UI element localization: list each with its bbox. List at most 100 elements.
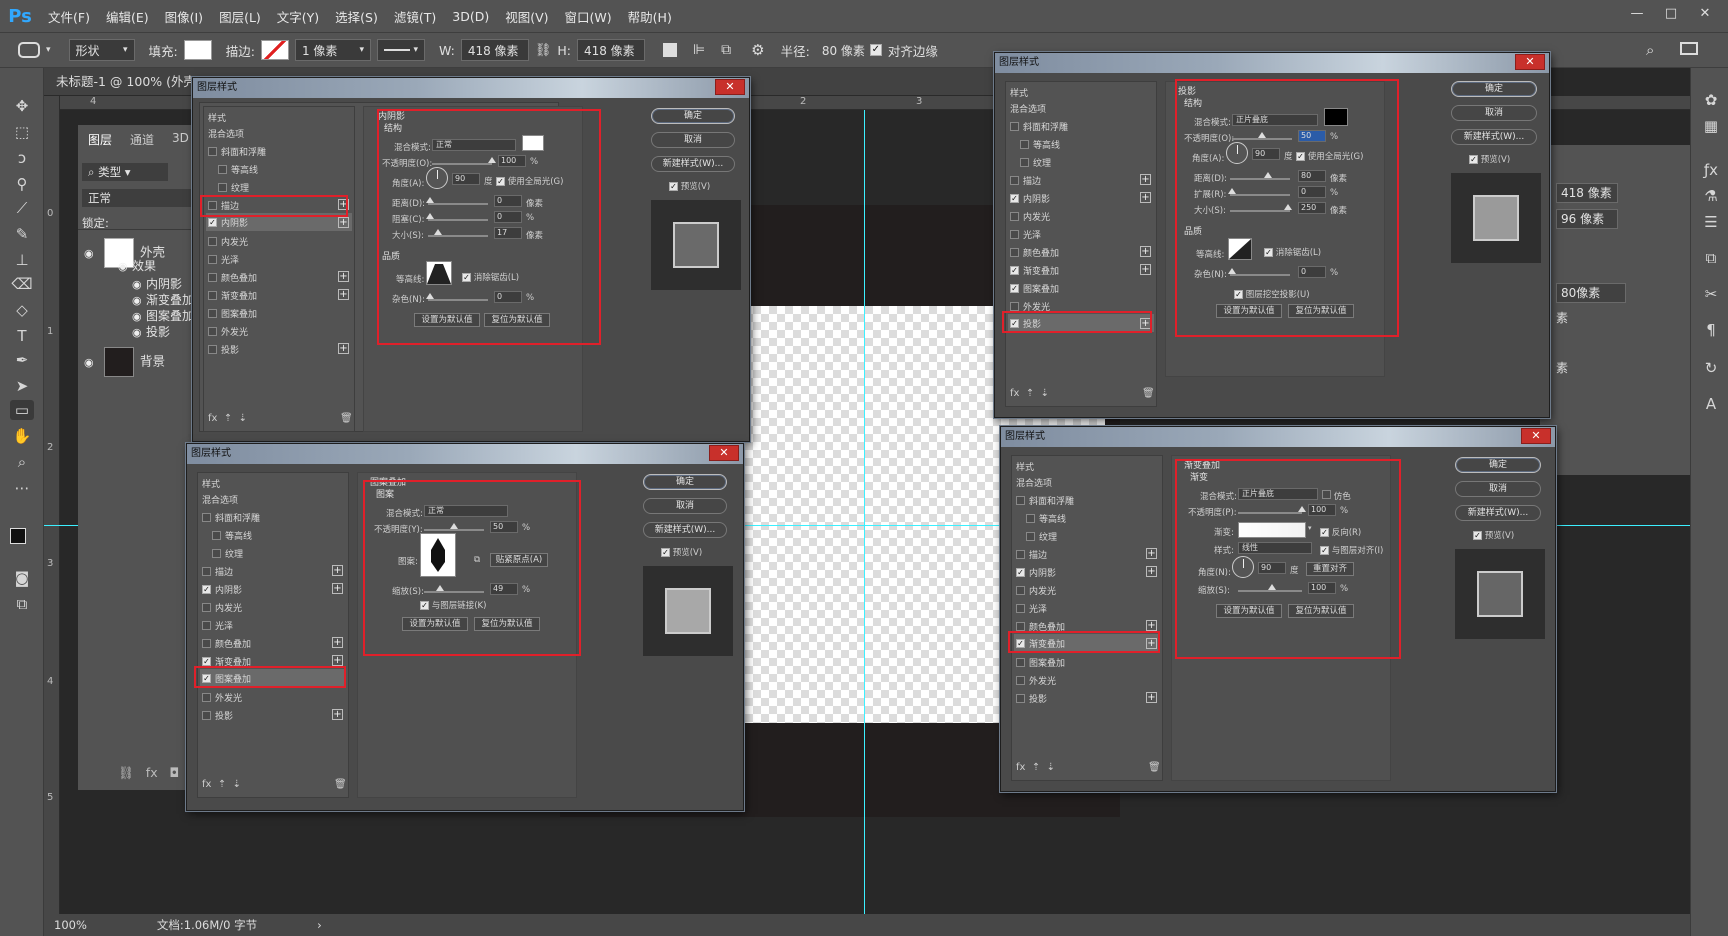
gear-icon[interactable]: ⚙ [751,41,764,59]
menu-3d[interactable]: 3D(D) [444,9,497,24]
character-icon[interactable]: A [1699,394,1723,414]
style-item-pattern-overlay[interactable]: 图案叠加 [208,305,257,321]
new-style-button[interactable]: 新建样式(W)... [643,522,727,538]
checkbox[interactable] [208,272,217,282]
style-item-inner-shadow[interactable]: ✓ 内阴影 [1010,190,1050,206]
checkbox[interactable]: ✓ [1010,193,1019,203]
fx-icon[interactable]: fx [146,765,158,780]
style-item-inner-shadow[interactable]: ✓ 内阴影 [202,581,242,597]
eye-icon[interactable]: ◉ [132,294,146,307]
type-tool-icon[interactable]: T [10,326,34,346]
add-icon[interactable]: + [338,289,349,300]
cancel-button[interactable]: 取消 [643,498,727,514]
fx-icon[interactable]: fx [1016,762,1025,773]
checkbox[interactable] [208,236,217,246]
eye-icon[interactable]: ◉ [84,247,98,260]
stroke-swatch[interactable] [260,40,289,60]
checkbox[interactable] [208,146,217,156]
ok-button[interactable]: 确定 [1455,457,1541,473]
search-icon[interactable]: ⌕ [1646,41,1654,59]
style-item-texture[interactable]: 纹理 [218,179,249,195]
link-icon[interactable]: ⛓ [535,43,552,58]
checkbox[interactable] [208,344,217,354]
checkbox[interactable] [212,548,221,558]
checkbox[interactable] [1020,157,1029,167]
trash-icon[interactable]: 🗑 [334,779,347,790]
arrow-up-icon[interactable]: ⇡ [1026,388,1034,399]
style-item-bevel[interactable]: 斜面和浮雕 [1016,492,1074,508]
workspace-icon[interactable] [1680,42,1698,55]
tab-channels[interactable]: 通道 [130,131,154,148]
style-item-bevel[interactable]: 斜面和浮雕 [1010,118,1068,134]
checkbox[interactable] [1016,549,1025,559]
style-item-contour[interactable]: 等高线 [212,527,252,543]
fx-icon[interactable]: fx [208,413,217,424]
checkbox[interactable]: ✓ [1469,155,1478,164]
checkbox[interactable] [1016,585,1025,595]
style-item-texture[interactable]: 纹理 [1026,528,1057,544]
zoom-level[interactable]: 100% [54,918,87,932]
menu-view[interactable]: 视图(V) [497,7,556,26]
checkbox[interactable] [202,710,211,720]
style-item-inner-shadow[interactable]: ✓ 内阴影 [1016,564,1056,580]
checkbox[interactable] [1026,531,1035,541]
palette-icon[interactable]: ✿ [1699,90,1723,110]
checkbox[interactable]: ✓ [202,656,211,666]
style-item-inner-glow[interactable]: 内发光 [208,233,248,249]
style-item-color-overlay[interactable]: 颜色叠加 [1010,244,1059,260]
link-icon[interactable]: ⛓ [118,765,134,780]
stamp-tool-icon[interactable]: ⊥ [10,250,34,270]
checkbox[interactable]: ✓ [202,584,211,594]
width-field[interactable]: 418 像素 [460,39,529,61]
checkbox[interactable] [1010,211,1019,221]
checkbox[interactable] [1010,229,1019,239]
minimize-button[interactable]: — [1620,0,1654,26]
path-arrange-icon[interactable]: ⧉ [721,42,731,58]
style-item-drop-shadow[interactable]: 投影 [1016,690,1047,706]
preview-checkbox[interactable]: ✓ 预览(V) [669,180,710,192]
preview-checkbox[interactable]: ✓ 预览(V) [1469,153,1510,165]
checkbox[interactable] [202,638,211,648]
new-style-button[interactable]: 新建样式(W)... [1451,129,1537,145]
style-item-color-overlay[interactable]: 颜色叠加 [208,269,257,285]
checkbox[interactable] [1026,513,1035,523]
checkbox[interactable] [1016,693,1025,703]
checkbox[interactable]: ✓ [669,182,678,191]
add-icon[interactable]: + [338,271,349,282]
fx-panel-icon[interactable]: ƒx [1699,160,1723,180]
menu-file[interactable]: 文件(F) [40,7,98,26]
align-edges-checkbox[interactable]: ✓ [869,44,882,56]
status-arrow[interactable]: › [317,918,322,932]
eye-icon[interactable]: ◉ [132,278,146,291]
screen-mode-icon[interactable]: ⧉ [10,594,34,614]
checkbox[interactable] [1010,121,1019,131]
style-item-satin[interactable]: 光泽 [1010,226,1041,242]
props-width-field[interactable]: 418 像素 [1556,183,1618,203]
history-icon[interactable]: ↻ [1699,358,1723,378]
checkbox[interactable]: ✓ [1010,265,1019,275]
menu-edit[interactable]: 编辑(E) [98,7,157,26]
props-radius-field[interactable]: 80像素 [1556,283,1626,303]
checkbox[interactable] [202,692,211,702]
checkbox[interactable] [1020,139,1029,149]
fx-icon[interactable]: fx [1010,388,1019,399]
zoom-tool-icon[interactable]: ⌕ [10,452,34,472]
style-item-drop-shadow[interactable]: 投影 [208,341,239,357]
arrow-down-icon[interactable]: ⇣ [239,413,247,424]
checkbox[interactable] [208,326,217,336]
add-icon[interactable]: + [1146,548,1157,559]
quick-select-tool-icon[interactable]: ⚲ [10,174,34,194]
style-item-outer-glow[interactable]: 外发光 [1016,672,1056,688]
style-item-outer-glow[interactable]: 外发光 [208,323,248,339]
checkbox[interactable]: ✓ [661,548,670,557]
style-item-gradient-overlay[interactable]: ✓ 渐变叠加 [1010,262,1059,278]
menu-type[interactable]: 文字(Y) [269,7,327,26]
tab-3d[interactable]: 3D [172,131,189,145]
chevron-down-icon[interactable]: ▾ [46,45,51,55]
style-item-inner-glow[interactable]: 内发光 [1016,582,1056,598]
add-icon[interactable]: + [1146,566,1157,577]
add-icon[interactable]: + [332,637,343,648]
restore-button[interactable]: □ [1654,0,1688,26]
props-height-field[interactable]: 96 像素 [1556,209,1618,229]
add-icon[interactable]: + [1140,264,1151,275]
